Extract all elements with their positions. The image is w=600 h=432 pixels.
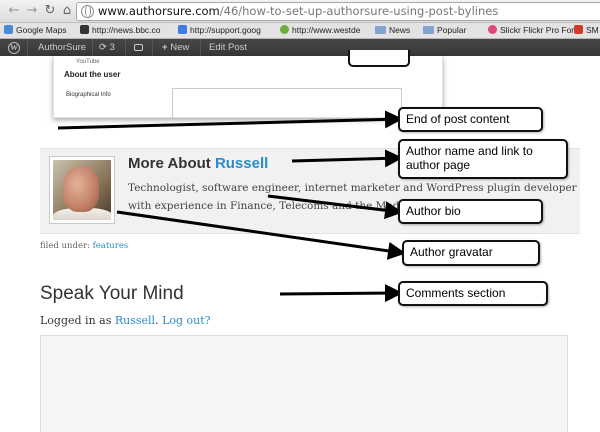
callout-author-gravatar: Author gravatar [402, 240, 540, 266]
callout-stub [348, 50, 410, 67]
callout-end-of-post: End of post content [398, 107, 543, 132]
arrow-author-bio [267, 194, 403, 220]
arrow-comments-section [279, 284, 403, 303]
arrow-author-gravatar [116, 210, 406, 260]
callout-comments-section: Comments section [398, 281, 548, 306]
arrow-author-link [291, 149, 403, 168]
callout-author-bio: Author bio [398, 199, 543, 224]
arrow-end-of-post [57, 110, 403, 130]
callout-author-link: Author name and link to author page [398, 139, 568, 179]
